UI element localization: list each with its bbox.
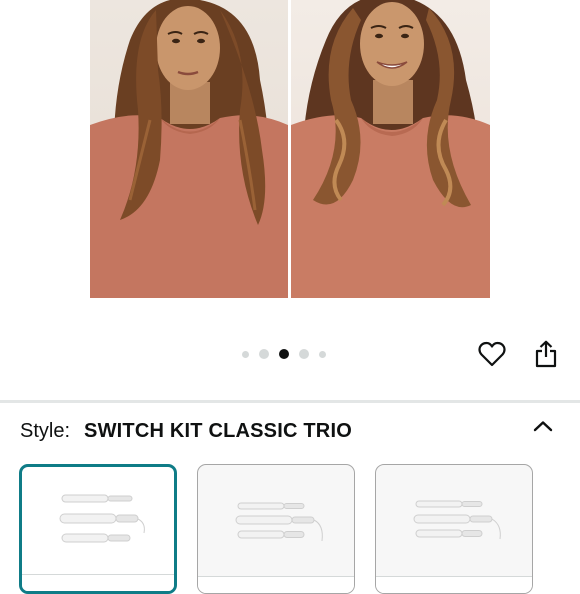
curling-wand-set-image <box>59 494 145 543</box>
product-image-after[interactable] <box>291 0 490 298</box>
heart-icon <box>478 341 506 367</box>
style-option[interactable] <box>375 464 533 594</box>
carousel-dot[interactable] <box>242 350 249 358</box>
model-photo-before <box>90 0 288 298</box>
style-option-footer <box>198 576 354 593</box>
share-icon <box>535 340 557 368</box>
share-button[interactable] <box>531 339 561 369</box>
style-label: Style: <box>20 420 71 442</box>
curling-wand-set-image <box>235 502 323 542</box>
carousel-dot[interactable] <box>259 349 269 359</box>
section-divider <box>0 400 580 403</box>
chevron-up-icon <box>533 421 553 432</box>
style-option-selected[interactable] <box>19 464 177 594</box>
carousel-indicator <box>242 348 336 360</box>
style-selected-value: SWITCH KIT CLASSIC TRIO <box>84 420 352 442</box>
carousel-dot-active[interactable] <box>279 349 289 359</box>
style-option-footer <box>376 576 532 593</box>
curling-wand-set-image <box>413 500 501 540</box>
carousel-dot[interactable] <box>319 350 326 358</box>
style-option[interactable] <box>197 464 355 594</box>
model-photo-after <box>291 0 490 298</box>
style-selector-header: Style: SWITCH KIT CLASSIC TRIO <box>20 420 352 446</box>
collapse-style-button[interactable] <box>528 413 558 439</box>
style-option-footer <box>22 574 174 591</box>
add-to-wishlist-button[interactable] <box>477 339 507 369</box>
carousel-dot[interactable] <box>299 349 309 359</box>
product-image-gallery[interactable] <box>0 0 580 330</box>
product-image-before[interactable] <box>90 0 288 298</box>
